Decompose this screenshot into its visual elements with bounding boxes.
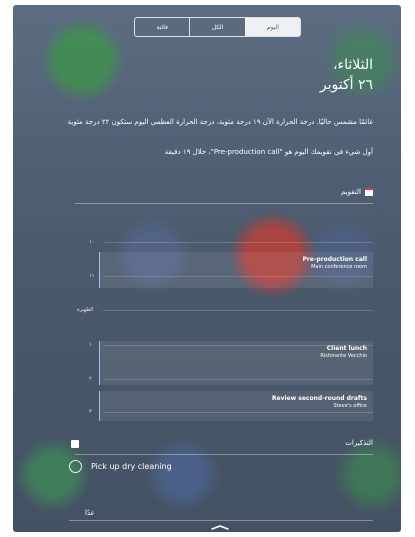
hour-label-10: ١٠ xyxy=(89,239,95,245)
event-title: Client lunch xyxy=(326,345,367,352)
reminders-divider xyxy=(75,454,373,455)
weather-summary: غائمًا مشمس حاليًا. درجة الحرارة الآن ١٩… xyxy=(67,118,373,126)
reminder-checkbox[interactable] xyxy=(69,460,82,473)
hour-line xyxy=(103,310,373,311)
notification-center: فائتة الكل اليوم الثلاثاء، ٢٦ أكتوبر غائ… xyxy=(13,5,401,532)
hour-label-1: ١ xyxy=(89,342,92,348)
event-location: Main conference room xyxy=(311,264,367,270)
hour-label-3: ٣ xyxy=(89,409,92,415)
first-event-summary: أول شيء في تقويمك اليوم هو "Pre-producti… xyxy=(164,148,373,156)
calendar-divider xyxy=(75,203,373,204)
tomorrow-section-title: غدًا xyxy=(85,509,95,517)
tab-all[interactable]: الكل xyxy=(189,18,244,36)
event-title: Review second-round drafts xyxy=(271,395,367,402)
event-location: Steve's office xyxy=(333,403,367,409)
calendar-event[interactable]: Client lunch Ristorante Vecchio xyxy=(99,341,373,385)
tab-missed[interactable]: فائتة xyxy=(135,18,189,36)
hour-label-noon: الظهيرة xyxy=(77,307,94,313)
calendar-icon xyxy=(365,188,373,196)
reminders-section-title: التذكيرات xyxy=(345,439,373,447)
calendar-event[interactable]: Review second-round drafts Steve's offic… xyxy=(99,391,373,421)
reminders-section-header: التذكيرات xyxy=(345,439,373,447)
hour-label-11: ١١ xyxy=(89,273,95,279)
hour-line xyxy=(103,242,373,243)
weekday-label: الثلاثاء، xyxy=(333,57,373,73)
calendar-section-header: التقويم xyxy=(341,188,373,196)
calendar-section-title: التقويم xyxy=(341,188,361,196)
tomorrow-divider xyxy=(69,520,373,521)
segmented-control: فائتة الكل اليوم xyxy=(134,17,301,37)
date-label: ٢٦ أكتوبر xyxy=(319,77,373,93)
event-location: Ristorante Vecchio xyxy=(320,353,367,359)
event-title: Pre-production call xyxy=(302,256,367,263)
reminders-icon xyxy=(71,440,79,448)
calendar-event[interactable]: Pre-production call Main conference room xyxy=(99,252,373,288)
reminder-item: Pick up dry cleaning xyxy=(69,460,172,473)
grabber-handle-icon[interactable] xyxy=(211,525,229,530)
tab-today[interactable]: اليوم xyxy=(244,18,300,36)
reminder-label: Pick up dry cleaning xyxy=(91,462,172,471)
hour-label-2: ٢ xyxy=(89,376,92,382)
